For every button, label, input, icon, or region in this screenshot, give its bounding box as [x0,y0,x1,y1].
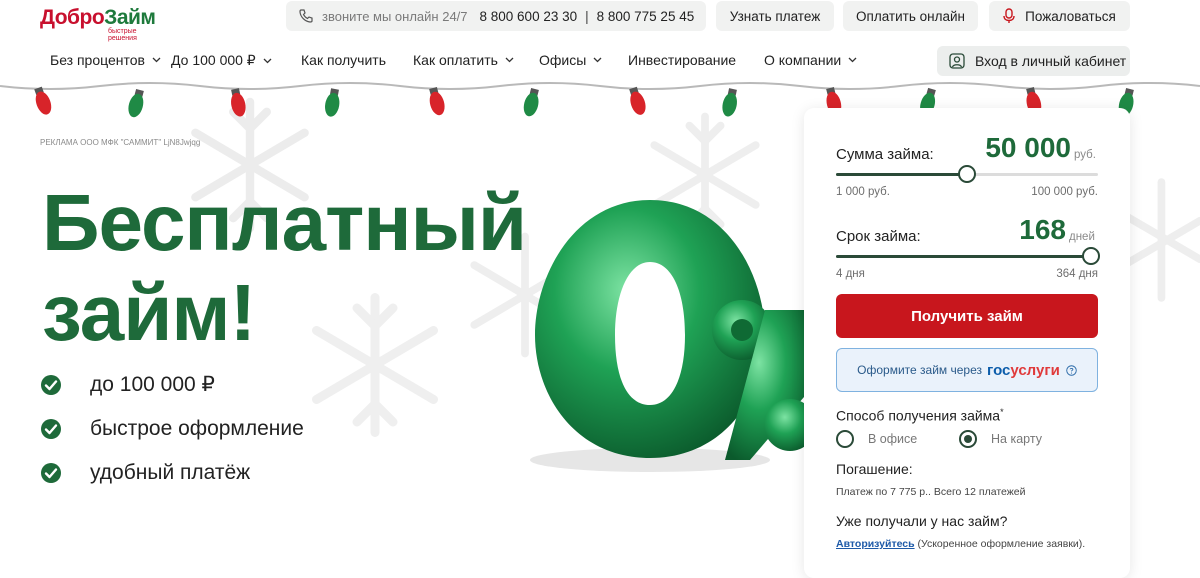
chevron-down-icon [505,57,514,63]
nav-item-about[interactable]: О компании [764,52,857,68]
nav-item-how-to-pay[interactable]: Как оплатить [413,52,514,68]
call-text: звоните мы онлайн 24/7 [322,8,468,24]
radio-office[interactable]: В офисе [836,430,917,448]
term-slider[interactable] [836,247,1100,265]
logo-tagline: быстрые решения [108,28,137,42]
check-circle-icon [41,374,61,395]
feature-text: до 100 000 ₽ [90,373,215,396]
amount-slider-thumb[interactable] [958,165,976,183]
amount-slider[interactable] [836,165,1098,183]
term-max: 364 дня [1056,268,1098,280]
amount-max: 100 000 руб. [1031,186,1098,198]
complain-label: Пожаловаться [1025,8,1116,24]
phone-bar: звоните мы онлайн 24/7 8 800 600 23 30 |… [286,1,706,31]
phone-icon [299,9,313,23]
chevron-down-icon [848,57,857,63]
term-slider-thumb[interactable] [1082,247,1100,265]
amount-slider-fill [836,173,967,176]
phone-separator: | [585,8,589,24]
nav-item-how-to-get[interactable]: Как получить [301,52,386,68]
zero-percent-graphic [530,200,810,472]
radio-circle[interactable] [836,430,854,448]
chevron-down-icon [593,57,602,63]
radio-circle[interactable] [959,430,977,448]
amount-min: 1 000 руб. [836,186,890,198]
complain-button[interactable]: Пожаловаться [989,1,1130,31]
ad-notice: РЕКЛАМА ООО МФК "САММИТ" LjN8Jwjqg [40,138,201,147]
nav-label: До 100 000 ₽ [171,52,256,68]
feature-item: до 100 000 ₽ [40,372,215,397]
nav-label: Как получить [301,52,387,68]
login-label: Вход в личный кабинет [975,53,1127,69]
login-button[interactable]: Вход в личный кабинет [937,46,1130,76]
nav-item-no-interest[interactable]: Без процентов [50,52,161,68]
chevron-down-icon [152,57,161,63]
required-mark: * [1000,407,1004,417]
hero-title-line-1: Бесплатный [42,178,527,267]
amount-label: Сумма займа: [836,146,934,163]
check-circle-icon [41,463,61,483]
logo-text-zaim: Займ [104,6,156,29]
check-circle-icon [41,419,61,439]
gosuslugi-prefix: Оформите займ через [857,363,983,377]
nav-item-offices[interactable]: Офисы [539,52,602,68]
radio-card-label: На карту [991,432,1042,446]
nav-label: Инвестирование [628,52,737,68]
amount-unit: руб. [1074,149,1096,161]
term-unit: дней [1069,231,1095,243]
repayment-label: Погашение: [836,461,913,477]
phone-number-1[interactable]: 8 800 600 23 30 [480,9,578,24]
loan-calculator: Сумма займа: 50 000 руб. 1 000 руб. 100 … [804,108,1130,578]
auth-link[interactable]: Авторизуйтесь [836,538,915,550]
repayment-text: Платеж по 7 775 р.. Всего 12 платежей [836,486,1026,498]
term-value: 168 [1019,214,1066,245]
feature-item: удобный платёж [40,461,250,485]
gosuslugi-logo: госуслуги [987,361,1060,379]
term-slider-fill [836,255,1098,258]
auth-line: Авторизуйтесь (Ускоренное оформление зая… [836,538,1085,550]
phone-number-2[interactable]: 8 800 775 25 45 [597,9,695,24]
nav-item-investing[interactable]: Инвестирование [628,52,736,68]
microphone-icon [1003,8,1015,23]
nav-label: Офисы [539,52,587,68]
feature-text: удобный платёж [90,461,251,484]
radio-office-label: В офисе [868,432,918,446]
hero-title-line-2: займ! [42,267,256,357]
chevron-down-icon [263,58,272,63]
term-min: 4 дня [836,268,865,280]
method-label: Способ получения займа* [836,407,1004,424]
term-label: Срок займа: [836,228,921,245]
nav-label: Как оплатить [413,52,498,68]
help-icon[interactable] [1066,364,1077,376]
amount-value: 50 000 [985,132,1071,163]
auth-text: (Ускоренное оформление заявки). [914,538,1086,550]
pay-online-button[interactable]: Оплатить онлайн [843,1,978,31]
get-loan-button[interactable]: Получить займ [836,294,1098,338]
user-icon [949,53,965,69]
logo[interactable]: ДоброЗайм быстрые решения [40,4,160,42]
feature-item: быстрое оформление [40,417,304,441]
hero-title: Бесплатный займ! [42,178,527,357]
feature-text: быстрое оформление [90,417,304,440]
check-payment-button[interactable]: Узнать платеж [716,1,834,31]
gosuslugi-button[interactable]: Оформите займ через госуслуги [836,348,1098,392]
logo-text-dobro: Добро [40,6,105,29]
radio-card[interactable]: На карту [959,430,1042,448]
returning-label: Уже получали у нас займ? [836,513,1008,529]
nav-item-up-to-100k[interactable]: До 100 000 ₽ [171,52,272,69]
nav-label: Без процентов [50,52,145,68]
nav-label: О компании [764,52,842,68]
